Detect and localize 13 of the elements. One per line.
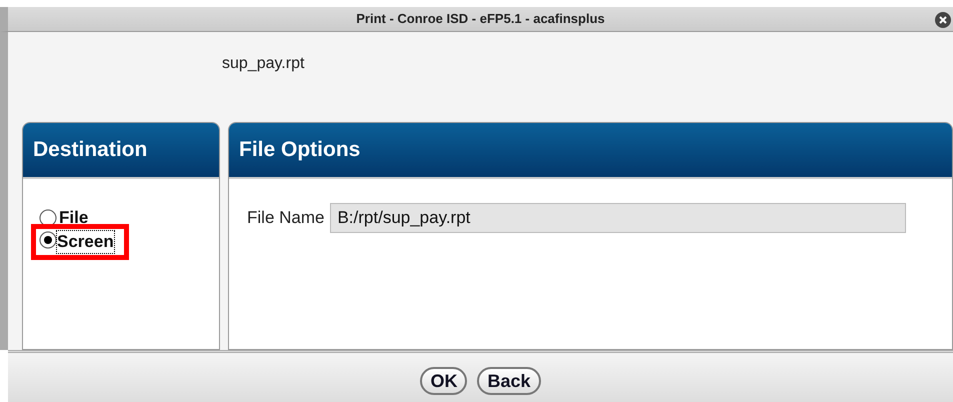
radio-button[interactable] [39,209,57,227]
report-name: sup_pay.rpt [222,55,304,72]
panel-header: File Options [229,123,952,179]
file-name-field[interactable]: B:/rpt/sup_pay.rpt [330,203,906,233]
panel-header: Destination [23,123,219,179]
radio-label[interactable]: File [59,207,88,229]
radio-label[interactable]: Screen [57,231,114,253]
window-title: Print - Conroe ISD - eFP5.1 - acafinsplus [356,10,605,28]
field-label: File Name [247,207,324,230]
dialog-button[interactable]: OK [420,367,468,395]
close-icon[interactable] [935,12,951,28]
dialog-button[interactable]: Back [477,367,541,395]
radio-button[interactable] [39,231,57,249]
